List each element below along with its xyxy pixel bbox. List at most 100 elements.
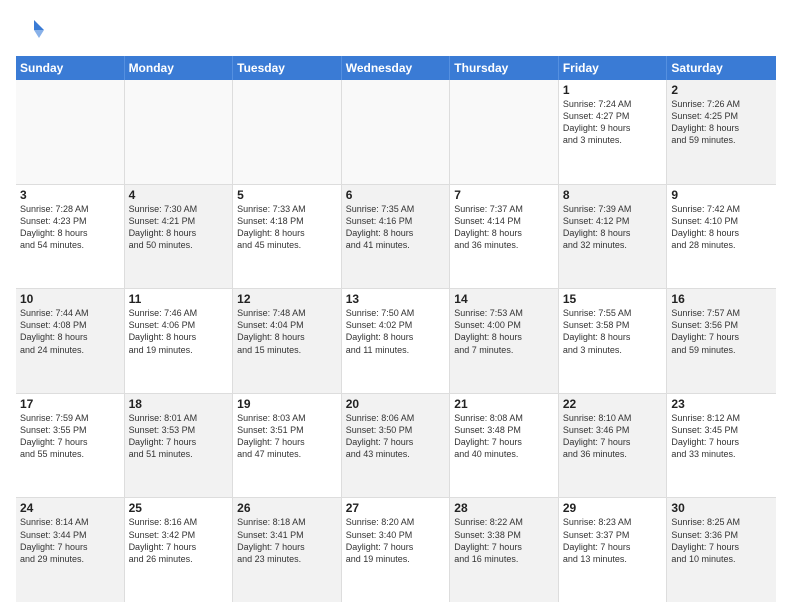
day-number: 10 xyxy=(20,292,120,306)
calendar-cell-5: 5Sunrise: 7:33 AM Sunset: 4:18 PM Daylig… xyxy=(233,185,342,289)
header-day-monday: Monday xyxy=(125,56,234,80)
day-number: 28 xyxy=(454,501,554,515)
day-info: Sunrise: 8:06 AM Sunset: 3:50 PM Dayligh… xyxy=(346,412,446,461)
header xyxy=(16,16,776,46)
calendar-cell-empty xyxy=(450,80,559,184)
day-number: 8 xyxy=(563,188,663,202)
calendar-cell-8: 8Sunrise: 7:39 AM Sunset: 4:12 PM Daylig… xyxy=(559,185,668,289)
header-day-tuesday: Tuesday xyxy=(233,56,342,80)
day-number: 4 xyxy=(129,188,229,202)
calendar-cell-26: 26Sunrise: 8:18 AM Sunset: 3:41 PM Dayli… xyxy=(233,498,342,602)
calendar-cell-28: 28Sunrise: 8:22 AM Sunset: 3:38 PM Dayli… xyxy=(450,498,559,602)
calendar-cell-20: 20Sunrise: 8:06 AM Sunset: 3:50 PM Dayli… xyxy=(342,394,451,498)
day-info: Sunrise: 8:22 AM Sunset: 3:38 PM Dayligh… xyxy=(454,516,554,565)
calendar-cell-12: 12Sunrise: 7:48 AM Sunset: 4:04 PM Dayli… xyxy=(233,289,342,393)
calendar-cell-1: 1Sunrise: 7:24 AM Sunset: 4:27 PM Daylig… xyxy=(559,80,668,184)
calendar-cell-14: 14Sunrise: 7:53 AM Sunset: 4:00 PM Dayli… xyxy=(450,289,559,393)
day-number: 26 xyxy=(237,501,337,515)
day-number: 14 xyxy=(454,292,554,306)
day-number: 5 xyxy=(237,188,337,202)
day-number: 2 xyxy=(671,83,772,97)
calendar-cell-6: 6Sunrise: 7:35 AM Sunset: 4:16 PM Daylig… xyxy=(342,185,451,289)
calendar-cell-4: 4Sunrise: 7:30 AM Sunset: 4:21 PM Daylig… xyxy=(125,185,234,289)
day-info: Sunrise: 7:24 AM Sunset: 4:27 PM Dayligh… xyxy=(563,98,663,147)
logo xyxy=(16,16,50,46)
day-number: 21 xyxy=(454,397,554,411)
calendar-cell-empty xyxy=(233,80,342,184)
calendar-cell-24: 24Sunrise: 8:14 AM Sunset: 3:44 PM Dayli… xyxy=(16,498,125,602)
day-info: Sunrise: 7:59 AM Sunset: 3:55 PM Dayligh… xyxy=(20,412,120,461)
calendar-week-0: 1Sunrise: 7:24 AM Sunset: 4:27 PM Daylig… xyxy=(16,80,776,185)
logo-icon xyxy=(16,16,46,46)
calendar-cell-9: 9Sunrise: 7:42 AM Sunset: 4:10 PM Daylig… xyxy=(667,185,776,289)
day-info: Sunrise: 8:18 AM Sunset: 3:41 PM Dayligh… xyxy=(237,516,337,565)
day-info: Sunrise: 7:28 AM Sunset: 4:23 PM Dayligh… xyxy=(20,203,120,252)
day-number: 30 xyxy=(671,501,772,515)
day-info: Sunrise: 7:44 AM Sunset: 4:08 PM Dayligh… xyxy=(20,307,120,356)
day-info: Sunrise: 8:01 AM Sunset: 3:53 PM Dayligh… xyxy=(129,412,229,461)
calendar-cell-2: 2Sunrise: 7:26 AM Sunset: 4:25 PM Daylig… xyxy=(667,80,776,184)
calendar-cell-23: 23Sunrise: 8:12 AM Sunset: 3:45 PM Dayli… xyxy=(667,394,776,498)
calendar-cell-16: 16Sunrise: 7:57 AM Sunset: 3:56 PM Dayli… xyxy=(667,289,776,393)
calendar-body: 1Sunrise: 7:24 AM Sunset: 4:27 PM Daylig… xyxy=(16,80,776,602)
day-number: 1 xyxy=(563,83,663,97)
day-number: 19 xyxy=(237,397,337,411)
day-number: 25 xyxy=(129,501,229,515)
calendar-cell-18: 18Sunrise: 8:01 AM Sunset: 3:53 PM Dayli… xyxy=(125,394,234,498)
day-info: Sunrise: 8:23 AM Sunset: 3:37 PM Dayligh… xyxy=(563,516,663,565)
calendar-cell-15: 15Sunrise: 7:55 AM Sunset: 3:58 PM Dayli… xyxy=(559,289,668,393)
calendar-cell-19: 19Sunrise: 8:03 AM Sunset: 3:51 PM Dayli… xyxy=(233,394,342,498)
day-info: Sunrise: 7:50 AM Sunset: 4:02 PM Dayligh… xyxy=(346,307,446,356)
day-number: 29 xyxy=(563,501,663,515)
day-info: Sunrise: 7:35 AM Sunset: 4:16 PM Dayligh… xyxy=(346,203,446,252)
calendar-cell-empty xyxy=(342,80,451,184)
day-number: 11 xyxy=(129,292,229,306)
header-day-thursday: Thursday xyxy=(450,56,559,80)
day-number: 13 xyxy=(346,292,446,306)
day-info: Sunrise: 7:30 AM Sunset: 4:21 PM Dayligh… xyxy=(129,203,229,252)
day-info: Sunrise: 7:53 AM Sunset: 4:00 PM Dayligh… xyxy=(454,307,554,356)
calendar-week-3: 17Sunrise: 7:59 AM Sunset: 3:55 PM Dayli… xyxy=(16,394,776,499)
day-number: 17 xyxy=(20,397,120,411)
day-info: Sunrise: 7:42 AM Sunset: 4:10 PM Dayligh… xyxy=(671,203,772,252)
calendar-cell-7: 7Sunrise: 7:37 AM Sunset: 4:14 PM Daylig… xyxy=(450,185,559,289)
day-info: Sunrise: 8:16 AM Sunset: 3:42 PM Dayligh… xyxy=(129,516,229,565)
calendar-cell-13: 13Sunrise: 7:50 AM Sunset: 4:02 PM Dayli… xyxy=(342,289,451,393)
day-info: Sunrise: 8:20 AM Sunset: 3:40 PM Dayligh… xyxy=(346,516,446,565)
day-info: Sunrise: 8:14 AM Sunset: 3:44 PM Dayligh… xyxy=(20,516,120,565)
day-info: Sunrise: 7:57 AM Sunset: 3:56 PM Dayligh… xyxy=(671,307,772,356)
day-number: 23 xyxy=(671,397,772,411)
day-number: 12 xyxy=(237,292,337,306)
day-info: Sunrise: 7:39 AM Sunset: 4:12 PM Dayligh… xyxy=(563,203,663,252)
day-number: 9 xyxy=(671,188,772,202)
calendar-cell-22: 22Sunrise: 8:10 AM Sunset: 3:46 PM Dayli… xyxy=(559,394,668,498)
day-info: Sunrise: 7:48 AM Sunset: 4:04 PM Dayligh… xyxy=(237,307,337,356)
calendar-cell-21: 21Sunrise: 8:08 AM Sunset: 3:48 PM Dayli… xyxy=(450,394,559,498)
calendar-cell-30: 30Sunrise: 8:25 AM Sunset: 3:36 PM Dayli… xyxy=(667,498,776,602)
page: SundayMondayTuesdayWednesdayThursdayFrid… xyxy=(0,0,792,612)
day-info: Sunrise: 8:25 AM Sunset: 3:36 PM Dayligh… xyxy=(671,516,772,565)
calendar-cell-25: 25Sunrise: 8:16 AM Sunset: 3:42 PM Dayli… xyxy=(125,498,234,602)
day-number: 16 xyxy=(671,292,772,306)
day-number: 20 xyxy=(346,397,446,411)
calendar-cell-empty xyxy=(16,80,125,184)
day-number: 22 xyxy=(563,397,663,411)
day-info: Sunrise: 8:10 AM Sunset: 3:46 PM Dayligh… xyxy=(563,412,663,461)
day-number: 15 xyxy=(563,292,663,306)
day-info: Sunrise: 7:37 AM Sunset: 4:14 PM Dayligh… xyxy=(454,203,554,252)
calendar-week-1: 3Sunrise: 7:28 AM Sunset: 4:23 PM Daylig… xyxy=(16,185,776,290)
calendar-week-2: 10Sunrise: 7:44 AM Sunset: 4:08 PM Dayli… xyxy=(16,289,776,394)
day-number: 6 xyxy=(346,188,446,202)
calendar-cell-3: 3Sunrise: 7:28 AM Sunset: 4:23 PM Daylig… xyxy=(16,185,125,289)
day-number: 18 xyxy=(129,397,229,411)
header-day-saturday: Saturday xyxy=(667,56,776,80)
calendar-cell-empty xyxy=(125,80,234,184)
header-day-sunday: Sunday xyxy=(16,56,125,80)
calendar-cell-29: 29Sunrise: 8:23 AM Sunset: 3:37 PM Dayli… xyxy=(559,498,668,602)
calendar-cell-11: 11Sunrise: 7:46 AM Sunset: 4:06 PM Dayli… xyxy=(125,289,234,393)
day-info: Sunrise: 8:03 AM Sunset: 3:51 PM Dayligh… xyxy=(237,412,337,461)
day-info: Sunrise: 7:55 AM Sunset: 3:58 PM Dayligh… xyxy=(563,307,663,356)
day-info: Sunrise: 8:08 AM Sunset: 3:48 PM Dayligh… xyxy=(454,412,554,461)
header-day-wednesday: Wednesday xyxy=(342,56,451,80)
calendar-cell-27: 27Sunrise: 8:20 AM Sunset: 3:40 PM Dayli… xyxy=(342,498,451,602)
